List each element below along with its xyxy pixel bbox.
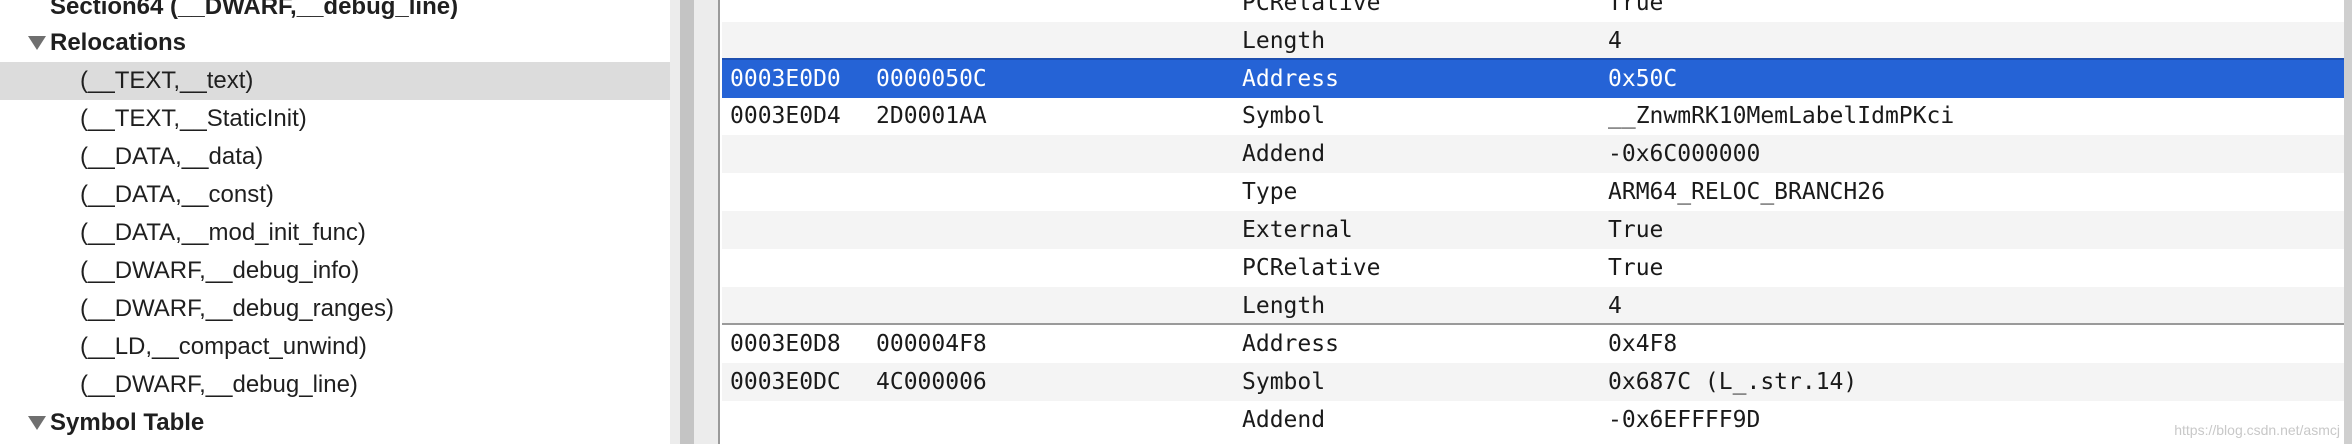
offset-cell: 0003E0D0 xyxy=(730,66,841,92)
table-row[interactable]: Type ARM64_RELOC_BRANCH26 xyxy=(722,173,2344,211)
tree-item-label: (__DATA,__mod_init_func) xyxy=(80,219,366,246)
outline-sidebar: Section64 (__DWARF,__debug_line) Relocat… xyxy=(0,0,670,444)
description-cell: Symbol xyxy=(1242,103,1326,129)
description-cell: Length xyxy=(1242,28,1326,54)
tree-item-data-const[interactable]: (__DATA,__const) xyxy=(0,176,670,214)
table-row[interactable]: Length 4 xyxy=(722,287,2344,325)
tree-item-label: (__TEXT,__text) xyxy=(80,67,254,94)
description-cell: Length xyxy=(1242,293,1326,319)
tree-item-section64-debug-line[interactable]: Section64 (__DWARF,__debug_line) xyxy=(0,0,670,26)
tree-item-dwarf-debug-ranges[interactable]: (__DWARF,__debug_ranges) xyxy=(0,290,670,328)
description-cell: Type xyxy=(1242,179,1298,205)
relocation-table: PCRelative True Length 4 0003E0D0 000005… xyxy=(722,0,2344,444)
description-cell: PCRelative xyxy=(1242,255,1381,281)
description-cell: Symbol xyxy=(1242,369,1326,395)
description-cell: Address xyxy=(1242,331,1339,357)
splitter-edge xyxy=(718,0,720,444)
tree-item-label: Relocations xyxy=(50,29,187,56)
tree-item-label: Section64 (__DWARF,__debug_line) xyxy=(50,0,459,20)
data-cell: 4C000006 xyxy=(876,369,987,395)
value-cell: ARM64_RELOC_BRANCH26 xyxy=(1608,179,1885,205)
value-cell: 0x50C xyxy=(1608,66,1678,92)
description-cell: Addend xyxy=(1242,141,1326,167)
offset-cell: 0003E0DC xyxy=(730,369,841,395)
tree-item-label: (__DATA,__data) xyxy=(80,143,264,170)
disclosure-triangle-icon[interactable] xyxy=(28,36,46,50)
table-row[interactable]: PCRelative True xyxy=(722,0,2344,22)
tree-item-text-staticinit[interactable]: (__TEXT,__StaticInit) xyxy=(0,100,670,138)
value-cell: 0x687C (L_.str.14) xyxy=(1608,369,1858,395)
tree-item-label: (__LD,__compact_unwind) xyxy=(80,333,367,360)
tree-item-ld-compact-unwind[interactable]: (__LD,__compact_unwind) xyxy=(0,328,670,366)
description-cell: Address xyxy=(1242,66,1339,92)
data-cell: 000004F8 xyxy=(876,331,987,357)
description-cell: External xyxy=(1242,217,1353,243)
table-row[interactable]: Addend -0x6EFFFF9D xyxy=(722,401,2344,439)
value-cell: True xyxy=(1608,0,1664,16)
value-cell: 4 xyxy=(1608,28,1622,54)
value-cell: True xyxy=(1608,255,1664,281)
table-row[interactable]: Length 4 xyxy=(722,22,2344,60)
value-cell: 4 xyxy=(1608,293,1622,319)
tree-item-label: (__DWARF,__debug_line) xyxy=(80,371,358,398)
offset-cell: 0003E0D4 xyxy=(730,103,841,129)
data-cell: 2D0001AA xyxy=(876,103,987,129)
value-cell: 0x4F8 xyxy=(1608,331,1678,357)
value-cell: True xyxy=(1608,217,1664,243)
tree-item-label: (__DWARF,__debug_ranges) xyxy=(80,295,394,322)
value-cell: __ZnwmRK10MemLabelIdmPKci xyxy=(1608,103,1955,129)
tree-item-label: Symbol Table xyxy=(50,409,205,436)
table-row[interactable]: Addend -0x6C000000 xyxy=(722,135,2344,173)
offset-cell: 0003E0D8 xyxy=(730,331,841,357)
splitter-grip[interactable] xyxy=(680,0,694,444)
table-row[interactable]: PCRelative True xyxy=(722,249,2344,287)
tree-item-label: (__DATA,__const) xyxy=(80,181,274,208)
watermark: https://blog.csdn.net/asmcj xyxy=(2174,422,2340,438)
value-cell: -0x6EFFFF9D xyxy=(1608,407,1761,433)
vertical-scrollbar[interactable] xyxy=(2344,0,2352,444)
pane-splitter[interactable] xyxy=(670,0,720,444)
table-row[interactable]: 0003E0D8 000004F8 Address 0x4F8 xyxy=(722,323,2344,363)
tree-item-data-data[interactable]: (__DATA,__data) xyxy=(0,138,670,176)
tree-item-data-mod-init-func[interactable]: (__DATA,__mod_init_func) xyxy=(0,214,670,252)
tree-item-label: (__TEXT,__StaticInit) xyxy=(80,105,307,132)
table-row[interactable]: External True xyxy=(722,211,2344,249)
tree-item-text-text[interactable]: (__TEXT,__text) xyxy=(0,62,670,100)
description-cell: Addend xyxy=(1242,407,1326,433)
table-row-selected[interactable]: 0003E0D0 0000050C Address 0x50C xyxy=(722,58,2344,98)
table-row[interactable]: 0003E0D4 2D0001AA Symbol __ZnwmRK10MemLa… xyxy=(722,97,2344,135)
description-cell: PCRelative xyxy=(1242,0,1381,16)
tree-item-symbol-table[interactable]: Symbol Table xyxy=(0,404,670,442)
value-cell: -0x6C000000 xyxy=(1608,141,1761,167)
tree-item-label: (__DWARF,__debug_info) xyxy=(80,257,360,284)
data-cell: 0000050C xyxy=(876,66,987,92)
disclosure-triangle-icon[interactable] xyxy=(28,416,46,430)
table-row[interactable]: 0003E0DC 4C000006 Symbol 0x687C (L_.str.… xyxy=(722,363,2344,401)
tree-item-dwarf-debug-line[interactable]: (__DWARF,__debug_line) xyxy=(0,366,670,404)
tree-item-relocations[interactable]: Relocations xyxy=(0,24,670,62)
tree-item-dwarf-debug-info[interactable]: (__DWARF,__debug_info) xyxy=(0,252,670,290)
